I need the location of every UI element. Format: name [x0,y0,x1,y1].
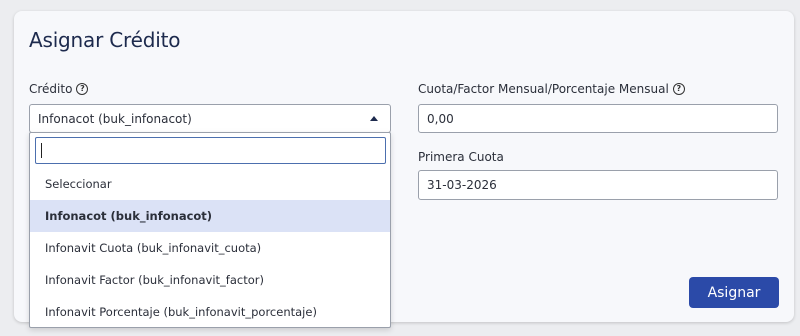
dropdown-option-infonavit-porcentaje[interactable]: Infonavit Porcentaje (buk_infonavit_porc… [30,296,390,328]
help-icon[interactable]: ? [76,83,89,95]
assign-button[interactable]: Asignar [689,277,779,308]
cuota-label: Cuota/Factor Mensual/Porcentaje Mensual … [418,82,685,96]
modal-title: Asignar Crédito [29,28,181,52]
dropdown-option-infonavit-cuota[interactable]: Infonavit Cuota (buk_infonavit_cuota) [30,232,390,264]
dropdown-option-infonavit-factor[interactable]: Infonavit Factor (buk_infonavit_factor) [30,264,390,296]
credito-select-value: Infonacot (buk_infonacot) [38,111,192,126]
cuota-label-text: Cuota/Factor Mensual/Porcentaje Mensual [418,82,669,96]
dropdown-option-seleccionar[interactable]: Seleccionar [30,168,390,200]
caret-up-icon [370,116,378,121]
dropdown-search-input[interactable] [35,137,386,164]
help-icon[interactable]: ? [672,83,685,95]
primera-cuota-label: Primera Cuota [418,150,504,164]
dropdown-options: Seleccionar Infonacot (buk_infonacot) In… [30,168,390,328]
dropdown-option-infonacot[interactable]: Infonacot (buk_infonacot) [30,200,390,232]
text-cursor [41,143,42,158]
credito-label-text: Crédito [29,82,73,96]
primera-cuota-date-value: 31-03-2026 [427,178,497,192]
credito-dropdown: Seleccionar Infonacot (buk_infonacot) In… [29,132,391,328]
credito-label: Crédito ? [29,82,89,96]
credito-select[interactable]: Infonacot (buk_infonacot) [29,104,391,133]
primera-cuota-label-text: Primera Cuota [418,150,504,164]
primera-cuota-date-input[interactable]: 31-03-2026 [418,170,778,200]
cuota-input[interactable]: 0,00 [418,104,778,133]
cuota-input-value: 0,00 [427,111,454,126]
